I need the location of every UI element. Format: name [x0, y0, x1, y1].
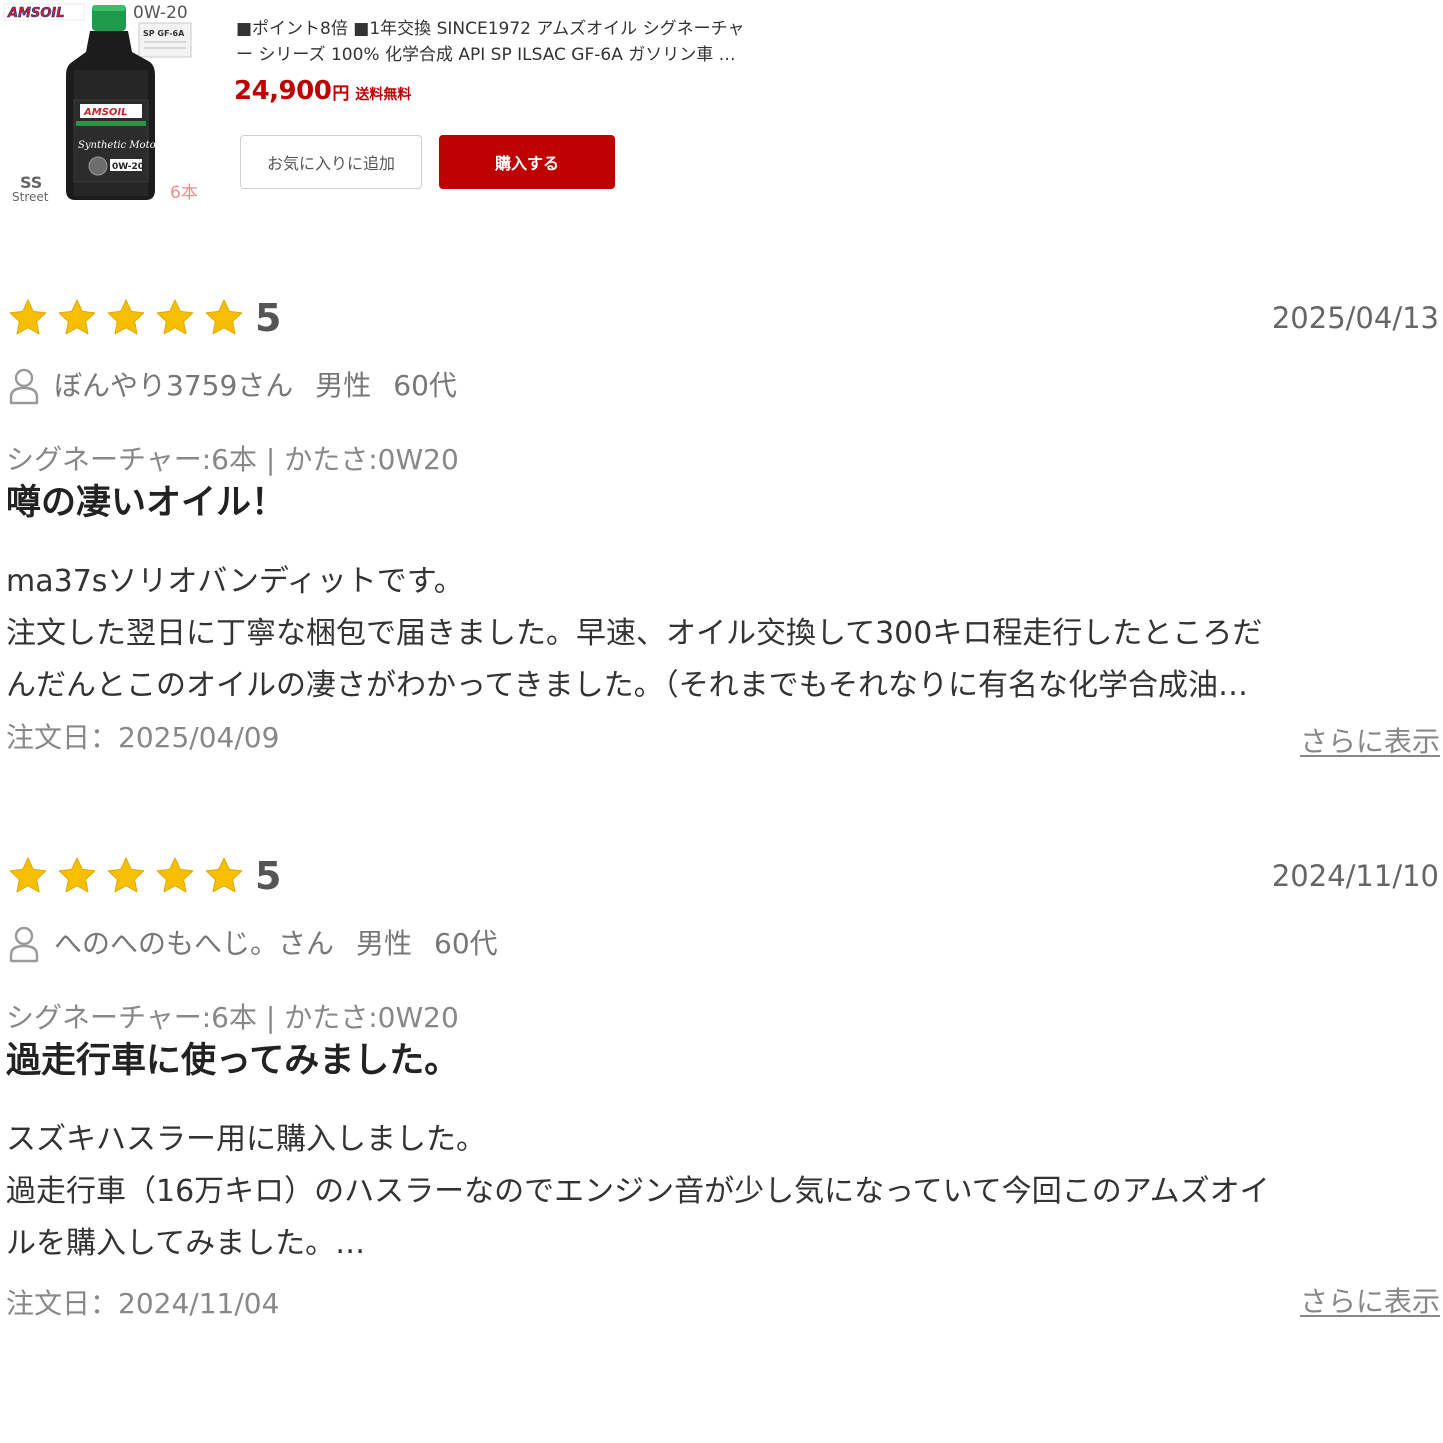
- star-icon: [204, 856, 244, 896]
- quantity-label: 6本: [170, 183, 198, 203]
- svg-text:Synthetic Motor Oil: Synthetic Motor Oil: [78, 140, 178, 151]
- purchased-variant: シグネーチャー:6本 | かたさ:0W20: [6, 1001, 459, 1034]
- price-unit: 円: [332, 84, 350, 104]
- order-date: 注文日：2025/04/09: [6, 721, 280, 754]
- svg-text:AMSOIL: AMSOIL: [83, 107, 128, 118]
- star-icon: [8, 298, 48, 338]
- review-body: ma37sソリオバンディットです。 注文した翌日に丁寧な梱包で届きました。早速、…: [6, 556, 1440, 712]
- review-title: 噂の凄いオイル！: [6, 483, 287, 523]
- rating-value: 5: [255, 854, 282, 898]
- star-icon: [106, 298, 146, 338]
- review-body: スズキハスラー用に購入しました。 過走行車（16万キロ）のハスラーなのでエンジン…: [6, 1114, 1440, 1270]
- reviewer-name: へのへのもへじ。さん: [54, 927, 335, 960]
- rating-value: 5: [255, 296, 282, 340]
- reviewer-age: 60代: [434, 927, 498, 960]
- review-title: 過走行車に使ってみました。: [6, 1041, 460, 1081]
- api-spec-badge: SP GF-6A: [138, 22, 192, 58]
- product-title-link[interactable]: ■ポイント8倍 ■1年交換 SINCE1972 アムズオイル シグネーチャ ー …: [236, 16, 826, 68]
- review-date: 2024/11/10: [1271, 859, 1439, 893]
- star-icon: [106, 856, 146, 896]
- user-icon: [8, 367, 40, 405]
- review-item: 5 2024/11/10 へのへのもへじ。さん 男性 60代 シグネーチャー:6…: [0, 848, 1443, 1320]
- bottle-label: AMSOIL Synthetic Motor Oil 0W-20: [73, 99, 178, 183]
- review-body-line: ルを購入してみました。…: [6, 1226, 366, 1261]
- series-sub: Street: [12, 190, 49, 204]
- review-body-line: スズキハスラー用に購入しました。: [6, 1122, 486, 1157]
- star-icon: [204, 298, 244, 338]
- star-icon: [8, 856, 48, 896]
- review-body-line: 過走行車（16万キロ）のハスラーなのでエンジン音が少し気になっていて今回このアム…: [6, 1174, 1270, 1209]
- review-body-line: ma37sソリオバンディットです。: [6, 564, 464, 599]
- review-item: 5 2025/04/13 ぼんやり3759さん 男性 60代 シグネーチャー:6…: [0, 290, 1443, 760]
- svg-text:AMSOIL: AMSOIL: [7, 6, 65, 21]
- svg-text:SP GF-6A: SP GF-6A: [143, 29, 185, 38]
- review-date: 2025/04/13: [1271, 301, 1439, 335]
- star-rating: 5: [8, 856, 281, 896]
- reviewer-gender: 男性: [315, 369, 372, 402]
- show-more-link[interactable]: さらに表示: [1300, 1282, 1440, 1322]
- star-icon: [57, 856, 97, 896]
- price: 24,900 円 送料無料: [234, 76, 411, 106]
- review-body-line: 注文した翌日に丁寧な梱包で届きました。早速、オイル交換して300キロ程走行したと…: [6, 616, 1263, 651]
- price-amount: 24,900: [234, 76, 332, 106]
- star-rating: 5: [8, 298, 281, 338]
- order-date: 注文日：2024/11/04: [6, 1287, 280, 1320]
- star-icon: [155, 298, 195, 338]
- star-icon: [57, 298, 97, 338]
- purchased-variant: シグネーチャー:6本 | かたさ:0W20: [6, 443, 459, 476]
- product-image[interactable]: AMSOIL 0W-20 SP GF-6A AMSOIL Synthetic M…: [0, 0, 215, 210]
- reviewer-name: ぼんやり3759さん: [54, 369, 294, 402]
- reviewer-gender: 男性: [356, 927, 413, 960]
- amsoil-logo: AMSOIL: [3, 3, 85, 21]
- user-icon: [8, 925, 40, 963]
- product-summary: AMSOIL 0W-20 SP GF-6A AMSOIL Synthetic M…: [0, 0, 1443, 215]
- buy-button[interactable]: 購入する: [439, 135, 615, 189]
- reviewer-info: へのへのもへじ。さん 男性 60代: [8, 924, 498, 964]
- product-title-line: ■ポイント8倍 ■1年交換 SINCE1972 アムズオイル シグネーチャ: [236, 19, 745, 39]
- star-icon: [155, 856, 195, 896]
- product-title-line: ー シリーズ 100% 化学合成 API SP ILSAC GF-6A ガソリン…: [236, 45, 736, 65]
- show-more-link[interactable]: さらに表示: [1300, 722, 1440, 762]
- svg-text:0W-20: 0W-20: [112, 162, 144, 172]
- reviewer-info: ぼんやり3759さん 男性 60代: [8, 366, 457, 406]
- review-body-line: んだんとこのオイルの凄さがわかってきました。（それまでもそれなりに有名な化学合成…: [6, 668, 1248, 703]
- free-shipping-label: 送料無料: [355, 87, 412, 103]
- viscosity-label: 0W-20: [133, 3, 188, 23]
- reviewer-age: 60代: [393, 369, 457, 402]
- add-to-favorites-button[interactable]: お気に入りに追加: [240, 135, 422, 189]
